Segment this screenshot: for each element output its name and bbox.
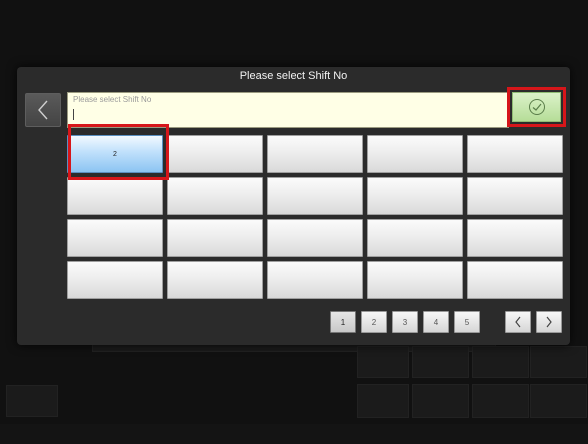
page-button-3[interactable]: 3	[392, 311, 418, 333]
dialog-title: Please select Shift No	[239, 70, 348, 82]
shift-cell[interactable]	[67, 177, 163, 215]
back-button[interactable]	[25, 93, 61, 127]
page-button-1[interactable]: 1	[330, 311, 356, 333]
shift-cell[interactable]	[267, 261, 363, 299]
shift-cell[interactable]	[167, 135, 263, 173]
shift-cell[interactable]	[167, 219, 263, 257]
background-button	[472, 346, 529, 378]
shift-cell[interactable]	[167, 177, 263, 215]
shift-no-input[interactable]: Please select Shift No	[67, 92, 509, 128]
background-button	[530, 346, 587, 378]
page-button-2[interactable]: 2	[361, 311, 387, 333]
background-button	[530, 384, 587, 418]
shift-cell[interactable]	[367, 177, 463, 215]
shift-cell-selected[interactable]: 2	[67, 135, 163, 173]
confirm-highlight	[507, 87, 566, 127]
status-bar	[0, 424, 588, 444]
shift-cell[interactable]	[367, 261, 463, 299]
background-button	[412, 346, 469, 378]
chevron-left-icon	[38, 100, 48, 120]
shift-cell[interactable]	[67, 261, 163, 299]
pagination: 12345	[330, 311, 480, 333]
background-button	[357, 346, 409, 378]
input-placeholder: Please select Shift No	[73, 95, 152, 104]
shift-cell[interactable]	[367, 219, 463, 257]
shift-cell[interactable]	[267, 177, 363, 215]
background-button	[472, 384, 529, 418]
shift-cell[interactable]	[267, 135, 363, 173]
chevron-left-icon	[515, 316, 521, 328]
shift-cell[interactable]	[467, 219, 563, 257]
prev-page-button[interactable]	[505, 311, 531, 333]
chevron-right-icon	[546, 316, 552, 328]
page-button-5[interactable]: 5	[454, 311, 480, 333]
page-nav	[505, 311, 562, 333]
shift-select-dialog: Please select Shift No Please select Shi…	[17, 67, 570, 345]
check-circle-icon	[528, 99, 545, 115]
page-button-4[interactable]: 4	[423, 311, 449, 333]
shift-cell[interactable]	[467, 177, 563, 215]
shift-cell[interactable]	[167, 261, 263, 299]
shift-cell[interactable]	[367, 135, 463, 173]
shift-cell[interactable]	[467, 135, 563, 173]
shift-cell[interactable]	[467, 261, 563, 299]
background-button	[357, 384, 409, 418]
shift-cell[interactable]	[267, 219, 363, 257]
background-button	[412, 384, 469, 418]
confirm-button[interactable]	[512, 92, 561, 122]
text-caret	[73, 109, 74, 120]
background-button	[6, 385, 58, 417]
shift-grid: 2	[67, 135, 563, 299]
next-page-button[interactable]	[536, 311, 562, 333]
shift-cell[interactable]	[67, 219, 163, 257]
